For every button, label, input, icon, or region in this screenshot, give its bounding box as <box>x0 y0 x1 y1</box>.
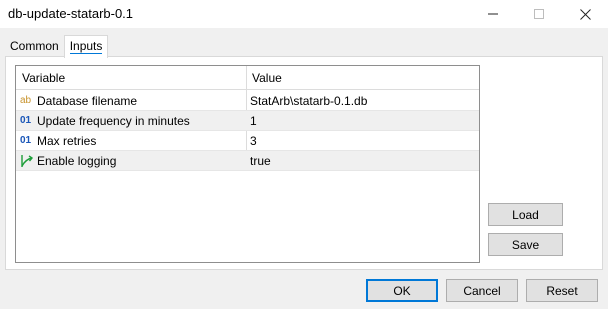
variable-name: Max retries <box>37 134 97 148</box>
column-header-value[interactable]: Value <box>252 71 282 85</box>
variable-value[interactable]: StatArb\statarb-0.1.db <box>250 94 367 108</box>
integer-icon: 01 <box>20 115 32 126</box>
table-row[interactable]: Enable logging true <box>16 151 479 171</box>
variable-name: Enable logging <box>37 154 117 168</box>
save-button[interactable]: Save <box>488 233 563 256</box>
close-icon <box>579 8 591 20</box>
tab-inputs[interactable]: Inputs <box>63 35 109 58</box>
variable-value[interactable]: true <box>250 154 271 168</box>
variable-name: Update frequency in minutes <box>37 114 190 128</box>
minimize-button[interactable] <box>470 0 516 28</box>
boolean-icon <box>20 154 36 168</box>
table-row[interactable]: 01 Update frequency in minutes 1 <box>16 111 479 131</box>
minimize-icon <box>488 13 498 15</box>
reset-button[interactable]: Reset <box>526 279 598 302</box>
title-bar: db-update-statarb-0.1 <box>0 0 608 28</box>
ok-button-label: OK <box>393 283 411 298</box>
tab-common[interactable]: Common <box>5 35 64 57</box>
window-title: db-update-statarb-0.1 <box>8 6 134 21</box>
inputs-grid[interactable]: Variable Value ab Database filename Stat… <box>15 65 480 263</box>
grid-header: Variable Value <box>16 66 479 90</box>
column-header-variable[interactable]: Variable <box>22 71 65 85</box>
load-button-label: Load <box>512 207 539 222</box>
cancel-button[interactable]: Cancel <box>446 279 518 302</box>
close-button[interactable] <box>562 0 608 28</box>
ok-button[interactable]: OK <box>366 279 438 302</box>
variable-value[interactable]: 3 <box>250 134 257 148</box>
integer-icon: 01 <box>20 135 32 146</box>
variable-value[interactable]: 1 <box>250 114 257 128</box>
reset-button-label: Reset <box>546 283 578 298</box>
string-icon: ab <box>20 95 32 106</box>
load-button[interactable]: Load <box>488 203 563 226</box>
cancel-button-label: Cancel <box>463 283 501 298</box>
tab-strip: Common Inputs <box>5 35 109 58</box>
table-row[interactable]: ab Database filename StatArb\statarb-0.1… <box>16 91 479 111</box>
maximize-icon <box>534 9 544 19</box>
maximize-button[interactable] <box>516 0 562 28</box>
variable-name: Database filename <box>37 94 138 108</box>
table-row[interactable]: 01 Max retries 3 <box>16 131 479 151</box>
save-button-label: Save <box>511 237 540 252</box>
